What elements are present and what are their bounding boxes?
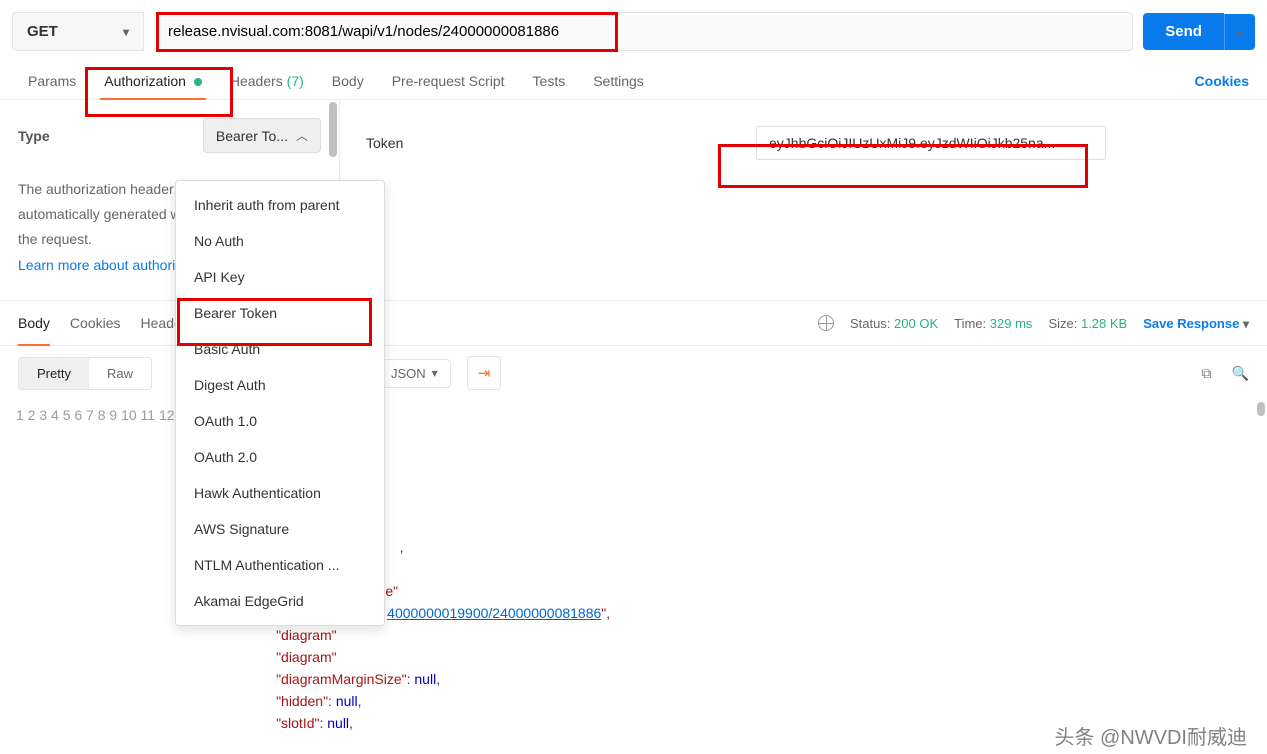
code-punct: , [358, 693, 362, 709]
url-input[interactable] [168, 23, 1118, 40]
http-method-label: GET [27, 23, 58, 40]
copy-icon[interactable]: ⧉ [1202, 365, 1212, 382]
size-label: Size: [1048, 316, 1077, 331]
active-dot-icon [194, 78, 202, 86]
response-actions: ⧉ 🔍 [1202, 365, 1249, 382]
save-response-label: Save Response [1143, 316, 1239, 331]
code-key: "diagramMarginSize" [276, 671, 407, 687]
auth-option-oauth1[interactable]: OAuth 1.0 [176, 403, 384, 439]
globe-icon[interactable] [818, 315, 834, 331]
tab-tests[interactable]: Tests [519, 63, 580, 99]
time-value: 329 ms [990, 316, 1033, 331]
auth-type-select[interactable]: Bearer To... ︿ [203, 118, 321, 153]
tab-settings[interactable]: Settings [579, 63, 658, 99]
tab-headers-label: Headers [230, 73, 283, 89]
auth-type-selected: Bearer To... [216, 128, 288, 144]
response-status-area: Status: 200 OK Time: 329 ms Size: 1.28 K… [818, 315, 1249, 331]
auth-option-digest[interactable]: Digest Auth [176, 367, 384, 403]
code-punct: , [349, 715, 353, 731]
scrollbar-handle[interactable] [329, 102, 337, 157]
auth-option-hawk[interactable]: Hawk Authentication [176, 475, 384, 511]
scrollbar-handle[interactable] [1257, 402, 1265, 416]
auth-option-inherit[interactable]: Inherit auth from parent [176, 187, 384, 223]
format-group: Pretty Raw [18, 357, 152, 390]
request-tabs: Params Authorization Headers (7) Body Pr… [0, 63, 1267, 100]
response-tab-body[interactable]: Body [18, 311, 50, 335]
tab-prerequest[interactable]: Pre-request Script [378, 63, 519, 99]
wrap-lines-button[interactable]: ⇥ [467, 356, 502, 390]
format-raw[interactable]: Raw [89, 358, 151, 389]
token-input[interactable]: eyJhbGciOiJIUzUxMiJ9.eyJzdWIiOiJkb25na..… [756, 126, 1106, 160]
format-pretty[interactable]: Pretty [19, 358, 89, 389]
code-key: "hidden" [276, 693, 328, 709]
time-label: Time: [954, 316, 986, 331]
auth-option-basic[interactable]: Basic Auth [176, 331, 384, 367]
format-lang-label: JSON [391, 366, 426, 381]
watermark: 头条 @NWVDI耐威迪 [1054, 721, 1247, 750]
auth-type-label: Type [18, 128, 50, 144]
tab-headers[interactable]: Headers (7) [216, 63, 318, 99]
send-button[interactable]: Send [1143, 13, 1224, 50]
tab-authorization[interactable]: Authorization [90, 63, 216, 99]
chevron-down-icon: ▾ [123, 25, 129, 39]
code-key: "diagram" [276, 627, 337, 643]
format-lang-select[interactable]: JSON ▾ [378, 359, 451, 388]
auth-type-row: Type Bearer To... ︿ [18, 118, 321, 153]
time-text: Time: 329 ms [954, 316, 1032, 331]
headers-count: (7) [287, 73, 304, 89]
code-null: null [414, 671, 436, 687]
chevron-up-icon: ︿ [296, 127, 308, 144]
auth-option-oauth2[interactable]: OAuth 2.0 [176, 439, 384, 475]
auth-option-apikey[interactable]: API Key [176, 259, 384, 295]
auth-option-noauth[interactable]: No Auth [176, 223, 384, 259]
tab-params[interactable]: Params [14, 63, 90, 99]
response-tab-cookies[interactable]: Cookies [70, 311, 121, 335]
code-key: "diagram" [276, 649, 337, 665]
chevron-down-icon: ▾ [432, 366, 438, 380]
token-row: Token eyJhbGciOiJIUzUxMiJ9.eyJzdWIiOiJkb… [366, 126, 1241, 160]
send-dropdown-button[interactable]: ▾ [1224, 14, 1255, 50]
search-icon[interactable]: 🔍 [1232, 365, 1249, 382]
send-button-group: Send ▾ [1143, 13, 1255, 50]
code-key: "slotId" [276, 715, 319, 731]
response-tabs: Body Cookies Headers [18, 311, 193, 335]
size-value: 1.28 KB [1081, 316, 1127, 331]
code-null: null [327, 715, 349, 731]
auth-option-bearer[interactable]: Bearer Token [176, 295, 384, 331]
url-input-wrapper [154, 12, 1133, 51]
status-text: Status: 200 OK [850, 316, 938, 331]
http-method-select[interactable]: GET ▾ [12, 12, 144, 51]
auth-option-aws[interactable]: AWS Signature [176, 511, 384, 547]
auth-option-akamai[interactable]: Akamai EdgeGrid [176, 583, 384, 619]
code-null: null [336, 693, 358, 709]
tab-body[interactable]: Body [318, 63, 378, 99]
code-punct: , [436, 671, 440, 687]
status-value: 200 OK [894, 316, 938, 331]
status-label: Status: [850, 316, 890, 331]
code-punct: , [400, 539, 404, 555]
tab-authorization-label: Authorization [104, 73, 186, 89]
request-bar: GET ▾ Send ▾ [0, 0, 1267, 63]
code-link[interactable]: 4000000019900/24000000081886 [387, 605, 601, 621]
token-label: Token [366, 135, 716, 151]
size-text: Size: 1.28 KB [1048, 316, 1127, 331]
code-punct: ", [601, 605, 610, 621]
cookies-link[interactable]: Cookies [1191, 63, 1253, 99]
auth-right-pane: Token eyJhbGciOiJIUzUxMiJ9.eyJzdWIiOiJkb… [340, 100, 1267, 300]
auth-option-ntlm[interactable]: NTLM Authentication ... [176, 547, 384, 583]
auth-type-dropdown: Inherit auth from parent No Auth API Key… [175, 180, 385, 626]
chevron-down-icon: ▾ [1237, 26, 1243, 40]
save-response-button[interactable]: Save Response ▾ [1143, 316, 1249, 331]
chevron-down-icon: ▾ [1243, 317, 1249, 331]
